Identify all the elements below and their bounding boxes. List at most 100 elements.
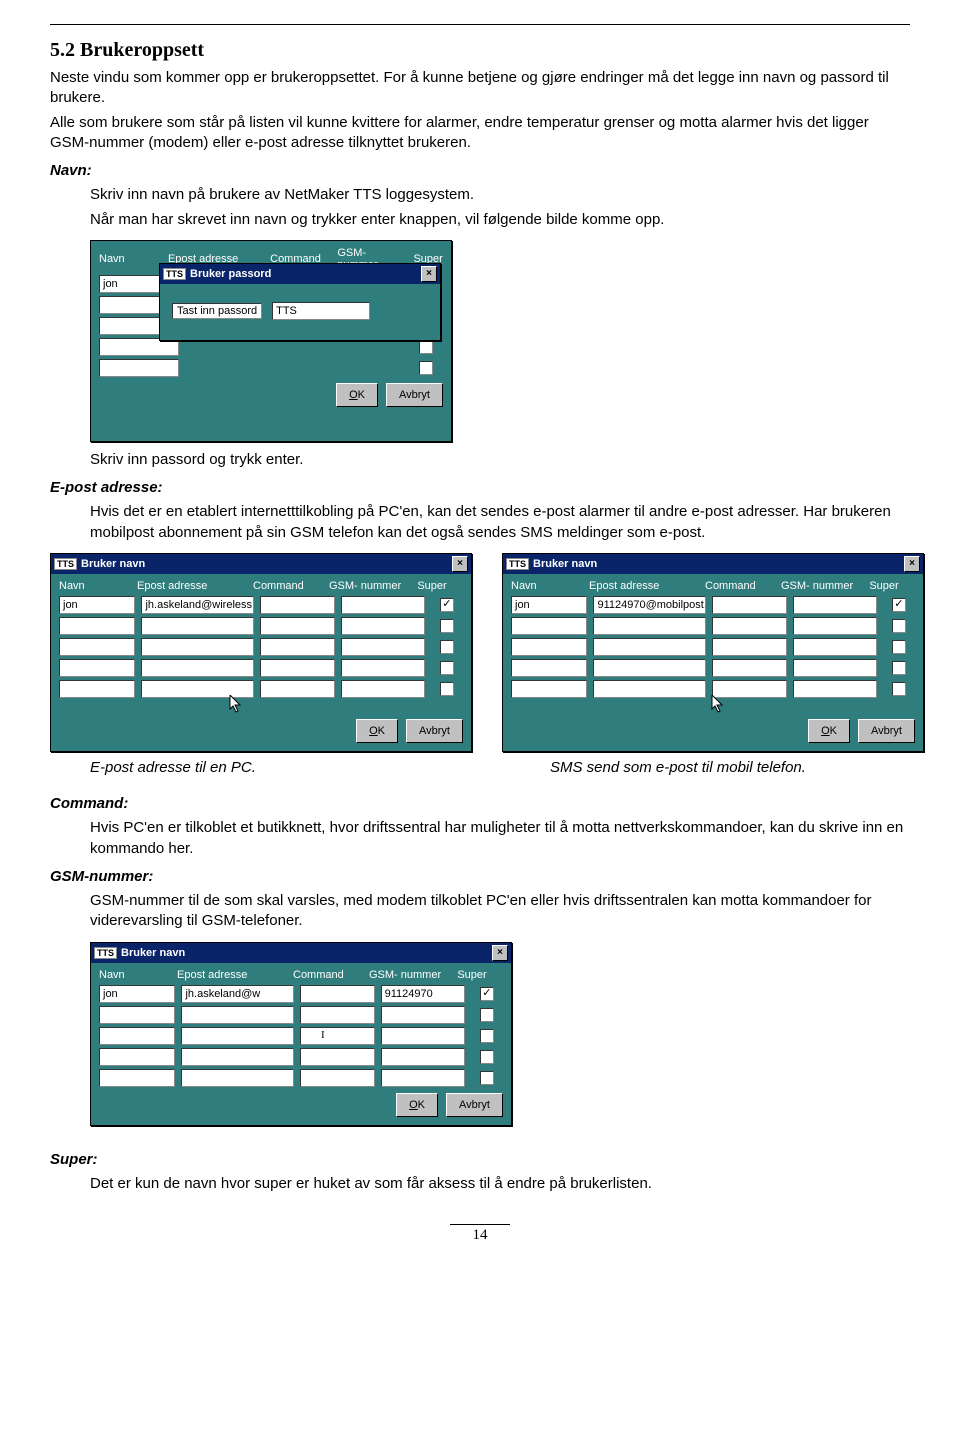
navn-input[interactable]: jon — [59, 596, 135, 614]
table-row — [59, 617, 463, 635]
ok-button[interactable]: OK — [396, 1093, 438, 1117]
cursor-icon — [711, 695, 725, 713]
col-gsm: GSM- nummer — [369, 969, 449, 981]
caption-epost-mobil: SMS send som e-post til mobil telefon. — [550, 758, 806, 778]
table-row: jon jh.askeland@w 91124970 ✓ — [99, 985, 503, 1003]
cursor-icon — [229, 695, 243, 713]
epost-input[interactable]: jh.askeland@w — [181, 985, 294, 1003]
dialog-bruker-navn-gsm: TTS Bruker navn × Navn Epost adresse Com… — [90, 942, 512, 1126]
col-command: Command — [253, 580, 323, 592]
navn-text-1: Skriv inn navn på brukere av NetMaker TT… — [90, 185, 910, 205]
dialog-title: Bruker passord — [190, 268, 271, 280]
table-row: jon 91124970@mobilpost.no ✓ — [511, 596, 915, 614]
col-gsm: GSM- nummer — [329, 580, 409, 592]
col-navn: Navn — [99, 969, 171, 981]
ok-button[interactable]: OK — [336, 383, 378, 407]
tts-icon: TTS — [54, 558, 77, 570]
gsm-text: GSM-nummer til de som skal varsles, med … — [90, 891, 910, 932]
navn-input[interactable]: jon — [99, 985, 175, 1003]
epost-label: E-post adresse: — [50, 478, 910, 498]
close-icon[interactable]: × — [421, 266, 437, 282]
super-checkbox[interactable]: ✓ — [892, 598, 906, 612]
page-footer: 14 — [50, 1224, 910, 1244]
section-number: 5.2 — [50, 39, 75, 61]
col-epost: Epost adresse — [177, 969, 287, 981]
table-row — [511, 617, 915, 635]
dialog-title: Bruker navn — [533, 558, 597, 570]
cancel-button[interactable]: Avbryt — [406, 719, 463, 743]
navn-text-2: Når man har skrevet inn navn og trykker … — [90, 210, 910, 230]
super-label: Super: — [50, 1150, 910, 1170]
paragraph-intro-2: Alle som brukere som står på listen vil … — [50, 113, 910, 154]
cancel-button[interactable]: Avbryt — [858, 719, 915, 743]
table-row — [511, 659, 915, 677]
col-navn: Navn — [99, 253, 162, 265]
table-row — [59, 659, 463, 677]
page-number: 14 — [473, 1227, 488, 1243]
col-command: Command — [705, 580, 775, 592]
col-epost: Epost adresse — [137, 580, 247, 592]
navn-label: Navn: — [50, 161, 910, 181]
tts-icon: TTS — [506, 558, 529, 570]
col-navn: Navn — [59, 580, 131, 592]
gsm-label: GSM-nummer: — [50, 867, 910, 887]
password-label: Tast inn passord — [172, 303, 262, 319]
super-checkbox[interactable]: ✓ — [440, 598, 454, 612]
ok-button[interactable]: OK — [808, 719, 850, 743]
close-icon[interactable]: × — [904, 556, 920, 572]
dialog-bruker-passord: TTS Bruker passord × Tast inn passord TT… — [159, 263, 441, 341]
super-checkbox[interactable] — [419, 340, 433, 354]
col-epost: Epost adresse — [589, 580, 699, 592]
top-rule — [50, 24, 910, 25]
section-heading: 5.2 Brukeroppsett — [50, 39, 910, 62]
epost-text: Hvis det er en etablert internetttilkobl… — [90, 502, 910, 543]
epost-input[interactable]: 91124970@mobilpost.no — [593, 596, 706, 614]
ok-button[interactable]: OK — [356, 719, 398, 743]
navn-input[interactable]: jon — [511, 596, 587, 614]
table-row — [511, 638, 915, 656]
password-input[interactable]: TTS — [272, 302, 370, 320]
col-super: Super — [415, 580, 449, 592]
caption-epost-pc: E-post adresse til en PC. — [90, 758, 510, 778]
epost-input[interactable]: jh.askeland@wireless.no — [141, 596, 254, 614]
command-label: Command: — [50, 794, 910, 814]
table-row: I — [99, 1027, 503, 1045]
dialog-bruker-navn-epost-mobil: TTS Bruker navn × Navn Epost adresse Com… — [502, 553, 924, 752]
section-title: Brukeroppsett — [80, 39, 204, 61]
gsm-input[interactable] — [341, 596, 425, 614]
table-row — [59, 680, 463, 698]
super-checkbox[interactable] — [419, 361, 433, 375]
dialog-bruker-navn-1: Navn Epost adresse Command GSM- nummer S… — [90, 240, 452, 442]
table-row — [99, 1069, 503, 1087]
close-icon[interactable]: × — [452, 556, 468, 572]
table-row — [99, 1048, 503, 1066]
gsm-input[interactable]: 91124970 — [381, 985, 465, 1003]
gsm-input[interactable] — [793, 596, 877, 614]
super-checkbox[interactable]: ✓ — [480, 987, 494, 1001]
cancel-button[interactable]: Avbryt — [386, 383, 443, 407]
col-super: Super — [867, 580, 901, 592]
tts-icon: TTS — [94, 947, 117, 959]
dialog-title: Bruker navn — [81, 558, 145, 570]
table-row — [99, 1006, 503, 1024]
navn-input[interactable] — [99, 359, 179, 377]
password-instruction: Skriv inn passord og trykk enter. — [90, 450, 910, 470]
col-super: Super — [455, 969, 489, 981]
tts-icon: TTS — [163, 268, 186, 280]
command-input[interactable] — [712, 596, 787, 614]
col-navn: Navn — [511, 580, 583, 592]
command-text: Hvis PC'en er tilkoblet et butikknett, h… — [90, 818, 910, 859]
super-text: Det er kun de navn hvor super er huket a… — [90, 1174, 910, 1194]
paragraph-intro-1: Neste vindu som kommer opp er brukeropps… — [50, 68, 910, 109]
text-cursor-icon: I — [321, 1029, 325, 1041]
close-icon[interactable]: × — [492, 945, 508, 961]
command-input[interactable] — [260, 596, 335, 614]
table-row — [59, 638, 463, 656]
table-row: jon jh.askeland@wireless.no ✓ — [59, 596, 463, 614]
dialog-bruker-navn-epost-pc: TTS Bruker navn × Navn Epost adresse Com… — [50, 553, 472, 752]
col-gsm: GSM- nummer — [781, 580, 861, 592]
dialog-title: Bruker navn — [121, 947, 185, 959]
cancel-button[interactable]: Avbryt — [446, 1093, 503, 1117]
command-input[interactable] — [300, 985, 375, 1003]
col-command: Command — [293, 969, 363, 981]
